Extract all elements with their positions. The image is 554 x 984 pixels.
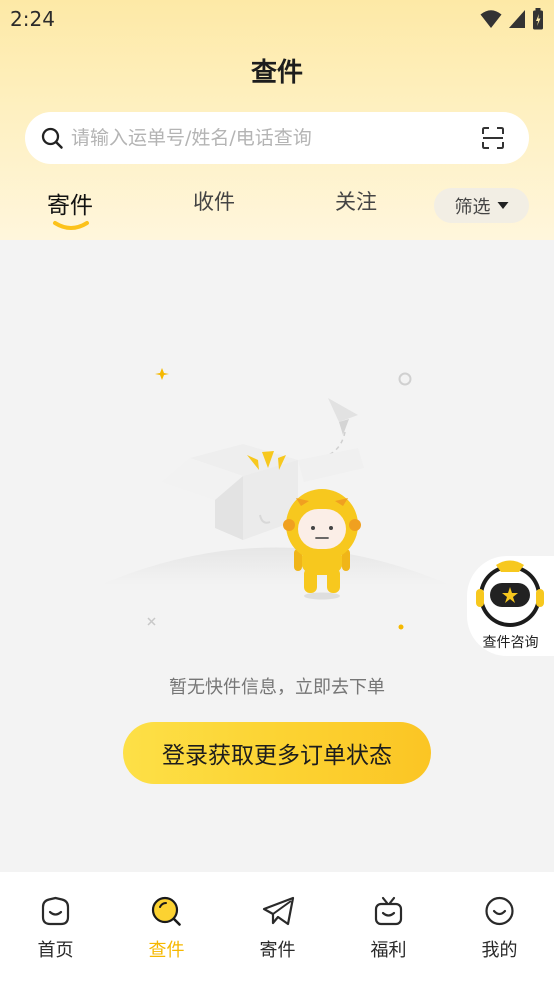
nav-item-query[interactable]: 查件 bbox=[111, 872, 222, 972]
nav-item-home[interactable]: 首页 bbox=[0, 872, 111, 972]
filter-button[interactable]: 筛选 bbox=[434, 188, 529, 223]
page-title: 查件 bbox=[250, 58, 303, 88]
nav-label: 查件 bbox=[148, 940, 185, 961]
header-area: 2:24 查件 请输入运单号/姓名/电话查询 寄件 收件 关注 筛选 bbox=[0, 0, 554, 240]
profile-smile-icon bbox=[485, 896, 514, 926]
search-parcel-icon bbox=[151, 896, 181, 926]
consult-label: 查件咨询 bbox=[482, 635, 539, 651]
tab-receive[interactable]: 收件 bbox=[193, 186, 235, 226]
empty-state-message: 暂无快件信息，立即去下单 bbox=[169, 677, 385, 698]
tab-active-indicator bbox=[53, 221, 89, 230]
wifi-icon bbox=[480, 10, 502, 28]
tab-send[interactable]: 寄件 bbox=[47, 186, 93, 230]
status-bar: 2:24 bbox=[0, 0, 554, 38]
search-bar[interactable] bbox=[25, 112, 529, 164]
login-button-label: 登录获取更多订单状态 bbox=[162, 743, 392, 769]
home-face-icon bbox=[41, 896, 70, 926]
tab-label: 关注 bbox=[335, 190, 377, 214]
app-root: 2:24 查件 请输入运单号/姓名/电话查询 寄件 收件 关注 筛选 暂无快件信… bbox=[0, 0, 554, 984]
status-icons bbox=[480, 8, 544, 30]
nav-label: 寄件 bbox=[259, 940, 296, 961]
filter-label: 筛选 bbox=[454, 196, 491, 218]
nav-item-welfare[interactable]: 福利 bbox=[333, 872, 444, 972]
query-consult-button[interactable]: 查件咨询 bbox=[467, 556, 554, 656]
nav-label: 福利 bbox=[370, 940, 407, 961]
search-input[interactable] bbox=[71, 112, 461, 164]
bottom-nav: 首页 查件 寄件 福利 我的 bbox=[0, 872, 554, 984]
nav-item-mine[interactable]: 我的 bbox=[444, 872, 554, 972]
login-button[interactable]: 登录获取更多订单状态 bbox=[123, 722, 431, 784]
nav-item-send[interactable]: 寄件 bbox=[222, 872, 333, 972]
status-time: 2:24 bbox=[10, 7, 55, 31]
robot-assistant-icon bbox=[476, 560, 544, 627]
search-icon bbox=[41, 127, 63, 149]
tab-label: 寄件 bbox=[47, 193, 93, 219]
nav-label: 我的 bbox=[481, 940, 518, 961]
paper-plane-icon bbox=[262, 896, 295, 926]
tab-label: 收件 bbox=[193, 190, 235, 214]
battery-icon bbox=[533, 8, 543, 30]
scan-icon[interactable] bbox=[482, 127, 504, 149]
tab-follow[interactable]: 关注 bbox=[335, 186, 377, 226]
gift-tv-icon bbox=[374, 896, 403, 926]
caret-down-icon bbox=[497, 202, 508, 209]
cellular-signal-icon bbox=[509, 10, 525, 28]
nav-label: 首页 bbox=[37, 940, 74, 961]
